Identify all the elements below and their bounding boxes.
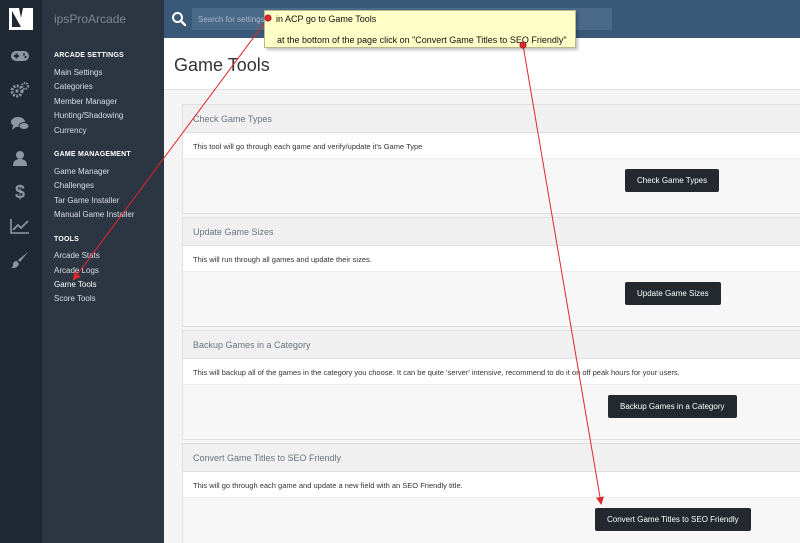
panel-footer: Convert Game Titles to SEO Friendly bbox=[183, 498, 800, 543]
panel-check-game-types: Check Game Types This tool will go throu… bbox=[182, 104, 800, 214]
panel-footer: Check Game Types bbox=[183, 159, 800, 213]
page-title: Game Tools bbox=[174, 55, 270, 75]
check-game-types-button[interactable]: Check Game Types bbox=[625, 169, 720, 192]
panel-convert-seo: Convert Game Titles to SEO Friendly This… bbox=[182, 443, 800, 543]
nav-item-main-settings[interactable]: Main Settings bbox=[54, 68, 102, 77]
panel-header: Convert Game Titles to SEO Friendly bbox=[183, 444, 800, 472]
annotation-note: in ACP go to Game Tools at the bottom of… bbox=[264, 10, 576, 48]
nav-item-member-manager[interactable]: Member Manager bbox=[54, 97, 117, 106]
comments-icon[interactable] bbox=[10, 115, 30, 133]
panel-description: This will run through all games and upda… bbox=[183, 246, 800, 272]
app-title: ipsProArcade bbox=[54, 12, 127, 26]
icon-rail: $ bbox=[0, 0, 42, 543]
panel-backup-games: Backup Games in a Category This will bac… bbox=[182, 330, 800, 440]
nav-item-challenges[interactable]: Challenges bbox=[54, 181, 94, 190]
section-heading-game-management: GAME MANAGEMENT bbox=[54, 151, 131, 158]
nav-item-arcade-logs[interactable]: Arcade Logs bbox=[54, 266, 99, 275]
nav-item-game-tools[interactable]: Game Tools bbox=[54, 280, 97, 289]
nav-item-categories[interactable]: Categories bbox=[54, 82, 93, 91]
search-icon[interactable] bbox=[171, 11, 187, 27]
gears-icon[interactable] bbox=[10, 81, 30, 99]
section-heading-tools: TOOLS bbox=[54, 236, 79, 243]
logo-icon[interactable] bbox=[9, 8, 33, 30]
panel-description: This will backup all of the games in the… bbox=[183, 359, 800, 385]
annotation-line-1: in ACP go to Game Tools bbox=[276, 14, 377, 24]
sidebar-nav: ipsProArcade ARCADE SETTINGS Main Settin… bbox=[42, 0, 164, 543]
nav-item-hunting-shadowing[interactable]: Hunting/Shadowing bbox=[54, 111, 123, 120]
section-heading-arcade-settings: ARCADE SETTINGS bbox=[54, 52, 124, 59]
nav-item-game-manager[interactable]: Game Manager bbox=[54, 167, 110, 176]
nav-item-manual-game-installer[interactable]: Manual Game Installer bbox=[54, 210, 134, 219]
panel-header: Check Game Types bbox=[183, 105, 800, 133]
nav-item-score-tools[interactable]: Score Tools bbox=[54, 294, 96, 303]
dollar-icon[interactable]: $ bbox=[10, 182, 30, 202]
user-icon[interactable] bbox=[10, 149, 30, 167]
gamepad-icon[interactable] bbox=[10, 47, 30, 65]
panel-footer: Update Game Sizes bbox=[183, 272, 800, 326]
paint-brush-icon[interactable] bbox=[10, 251, 30, 269]
panel-description: This tool will go through each game and … bbox=[183, 133, 800, 159]
panel-header: Backup Games in a Category bbox=[183, 331, 800, 359]
annotation-line-2: at the bottom of the page click on "Conv… bbox=[277, 35, 567, 45]
panel-description: This will go through each game and updat… bbox=[183, 472, 800, 498]
nav-item-tar-game-installer[interactable]: Tar Game Installer bbox=[54, 196, 119, 205]
main-content: Game Tools Check Game Types This tool wi… bbox=[164, 38, 800, 543]
panel-header: Update Game Sizes bbox=[183, 218, 800, 246]
panel-update-game-sizes: Update Game Sizes This will run through … bbox=[182, 217, 800, 327]
convert-seo-button[interactable]: Convert Game Titles to SEO Friendly bbox=[595, 508, 751, 531]
nav-item-arcade-stats[interactable]: Arcade Stats bbox=[54, 251, 100, 260]
nav-item-currency[interactable]: Currency bbox=[54, 126, 86, 135]
line-chart-icon[interactable] bbox=[10, 217, 30, 235]
update-game-sizes-button[interactable]: Update Game Sizes bbox=[625, 282, 721, 305]
backup-games-button[interactable]: Backup Games in a Category bbox=[608, 395, 737, 418]
panel-footer: Backup Games in a Category bbox=[183, 385, 800, 439]
